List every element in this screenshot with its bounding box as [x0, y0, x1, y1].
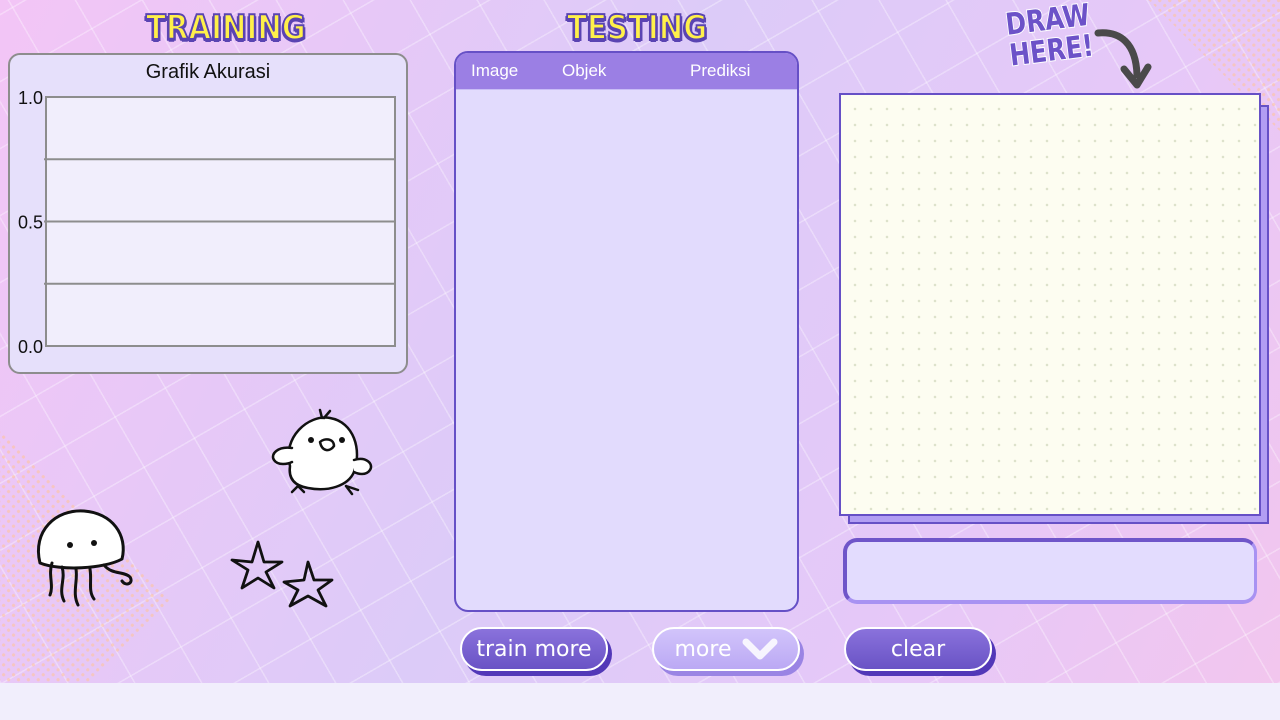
curved-arrow-icon [1094, 29, 1152, 89]
accuracy-chart-panel: Grafik Akurasi 1.0 0.5 0.0 [8, 53, 408, 374]
table-header: Image Objek Prediksi [456, 53, 797, 90]
chick-doodle [271, 408, 373, 496]
testing-table: Image Objek Prediksi [454, 51, 799, 612]
more-button[interactable]: more [652, 627, 800, 671]
y-tick-label: 0.5 [18, 213, 43, 233]
y-tick-label: 1.0 [18, 88, 43, 108]
train-more-button[interactable]: train more [460, 627, 608, 671]
bottom-bar [0, 683, 1280, 720]
star-doodle [230, 540, 334, 608]
chevron-down-icon [742, 636, 778, 662]
column-header-objek: Objek [562, 61, 607, 80]
jellyfish-doodle [37, 509, 133, 607]
draw-here-label: DRAW HERE! [1003, 0, 1097, 75]
clear-label: clear [890, 636, 946, 662]
y-tick-label: 0.0 [18, 337, 43, 357]
training-heading: TRAINING [145, 7, 307, 49]
drawing-canvas[interactable] [839, 93, 1261, 516]
train-more-label: train more [476, 636, 592, 662]
accuracy-chart: 1.0 0.5 0.0 [18, 88, 396, 357]
column-header-image: Image [471, 61, 519, 80]
more-label: more [674, 636, 732, 662]
clear-button[interactable]: clear [844, 627, 992, 671]
column-header-prediksi: Prediksi [690, 61, 751, 80]
testing-heading: TESTING [566, 7, 708, 49]
prediction-result-box [843, 538, 1257, 604]
draw-here-line-2: HERE! [1007, 28, 1097, 75]
app-background: TRAINING TESTING Grafik Akurasi 1.0 0.5 0.… [0, 0, 1280, 683]
